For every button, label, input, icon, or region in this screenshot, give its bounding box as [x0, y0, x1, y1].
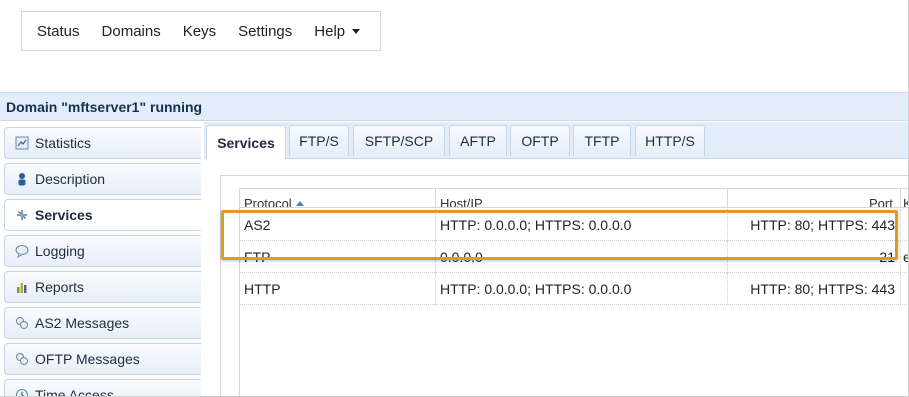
sidebar-item-as2-messages[interactable]: AS2 Messages [4, 307, 201, 339]
table-row[interactable]: HTTP HTTP: 0.0.0.0; HTTPS: 0.0.0.0 HTTP:… [240, 273, 908, 305]
sidebar-item-label: Logging [35, 243, 85, 259]
cell-divider [900, 273, 901, 305]
protocol-cell: HTTP [244, 281, 281, 297]
tab-label: HTTP/S [645, 133, 695, 149]
protocol-cell: AS2 [244, 217, 271, 233]
logging-icon [15, 244, 29, 258]
tab-label: AFTP [460, 133, 496, 149]
sidebar-item-logging[interactable]: Logging [4, 235, 201, 267]
cell-divider [727, 241, 728, 273]
menu-status[interactable]: Status [28, 11, 89, 51]
statistics-icon [15, 136, 29, 150]
tab-oftp[interactable]: OFTP [510, 125, 570, 156]
column-header-port[interactable]: Port [869, 196, 893, 208]
menu-help-label: Help [314, 22, 346, 40]
column-divider[interactable] [435, 189, 436, 207]
cell-divider [727, 273, 728, 305]
sidebar-item-label: OFTP Messages [35, 351, 140, 367]
tab-aftp[interactable]: AFTP [449, 125, 507, 156]
sidebar-item-oftp-messages[interactable]: OFTP Messages [4, 343, 201, 375]
menu-help[interactable]: Help [305, 11, 369, 51]
menu-domains-label: Domains [101, 22, 161, 40]
main-content: Services FTP/S SFTP/SCP AFTP OFTP TFTP H… [204, 122, 908, 396]
cell-divider [435, 209, 436, 241]
menu-keys-label: Keys [182, 22, 217, 40]
time-access-icon [15, 388, 29, 396]
sidebar-item-label: Statistics [35, 135, 92, 151]
host-cell: HTTP: 0.0.0.0; HTTPS: 0.0.0.0 [440, 281, 632, 297]
port-cell: HTTP: 80; HTTPS: 443 [750, 281, 895, 297]
services-icon [15, 208, 29, 222]
port-cell: HTTP: 80; HTTPS: 443 [750, 217, 895, 233]
tab-services[interactable]: Services [206, 125, 286, 159]
column-header-label: Host/IP [440, 196, 483, 208]
service-tabs: Services FTP/S SFTP/SCP AFTP OFTP TFTP H… [204, 122, 908, 159]
cell-divider [900, 209, 901, 241]
cell-divider [435, 273, 436, 305]
cell-divider [900, 241, 901, 273]
column-header-k[interactable]: K [903, 196, 908, 207]
column-header-label: Protocol [244, 196, 292, 208]
tab-sftp-scp[interactable]: SFTP/SCP [353, 125, 445, 156]
menu-keys[interactable]: Keys [174, 11, 225, 51]
cell-divider [435, 241, 436, 273]
tab-label: SFTP/SCP [364, 133, 434, 149]
sidebar-item-statistics[interactable]: Statistics [4, 127, 201, 159]
menu-status-label: Status [37, 22, 80, 40]
sidebar-item-description[interactable]: Description [4, 163, 201, 195]
cell-divider [727, 209, 728, 241]
column-header-label: K [903, 196, 908, 207]
tab-tftp[interactable]: TFTP [573, 125, 631, 156]
description-icon [15, 172, 29, 186]
column-header-label: Port [869, 196, 893, 208]
host-cell: 0.0.0.0 [440, 249, 483, 265]
table-header: Protocol Host/IP Port K [240, 188, 908, 208]
tab-label: TFTP [584, 133, 620, 149]
sidebar-item-label: Description [35, 171, 106, 187]
tab-label: OFTP [521, 133, 559, 149]
chevron-down-icon [352, 28, 361, 34]
main-menu: Status Domains Keys Settings Help [21, 11, 381, 51]
domain-header: Domain "mftserver1" running [0, 92, 908, 121]
reports-icon [15, 280, 29, 294]
column-header-protocol[interactable]: Protocol [244, 196, 304, 208]
sidebar-item-label: Services [35, 207, 93, 223]
services-panel: Protocol Host/IP Port K AS2 HTTP: 0.0.0.… [220, 175, 908, 396]
column-divider[interactable] [900, 189, 901, 207]
tab-label: Services [217, 134, 275, 151]
menu-domains[interactable]: Domains [93, 11, 170, 51]
app-window: Status Domains Keys Settings Help Domain… [0, 0, 909, 397]
sidebar-item-label: Time Access [35, 387, 114, 397]
menu-settings-label: Settings [238, 22, 293, 40]
column-header-host-ip[interactable]: Host/IP [440, 196, 483, 208]
services-table: Protocol Host/IP Port K AS2 HTTP: 0.0.0.… [239, 188, 908, 396]
tab-label: FTP/S [299, 133, 339, 149]
sidebar: Statistics Description Services Logging … [4, 127, 201, 397]
host-cell: HTTP: 0.0.0.0; HTTPS: 0.0.0.0 [440, 217, 632, 233]
extra-cell: e [903, 241, 908, 273]
protocol-cell: FTP [244, 249, 271, 265]
sidebar-item-label: Reports [35, 279, 85, 295]
domain-title: Domain "mftserver1" running [6, 98, 203, 115]
table-row[interactable]: AS2 HTTP: 0.0.0.0; HTTPS: 0.0.0.0 HTTP: … [240, 209, 908, 241]
tab-http-s[interactable]: HTTP/S [635, 125, 705, 156]
tab-ftp-s[interactable]: FTP/S [289, 125, 349, 156]
table-row[interactable]: FTP 0.0.0.0 21 e [240, 241, 908, 273]
sort-ascending-icon [295, 201, 304, 206]
menu-settings[interactable]: Settings [229, 11, 301, 51]
sidebar-item-reports[interactable]: Reports [4, 271, 201, 303]
oftp-messages-icon [15, 352, 29, 366]
port-cell: 21 [879, 249, 895, 265]
sidebar-item-time-access[interactable]: Time Access [4, 379, 201, 397]
as2-messages-icon [15, 316, 29, 330]
sidebar-item-label: AS2 Messages [35, 315, 130, 331]
column-divider[interactable] [727, 189, 728, 207]
sidebar-item-services[interactable]: Services [4, 199, 201, 231]
